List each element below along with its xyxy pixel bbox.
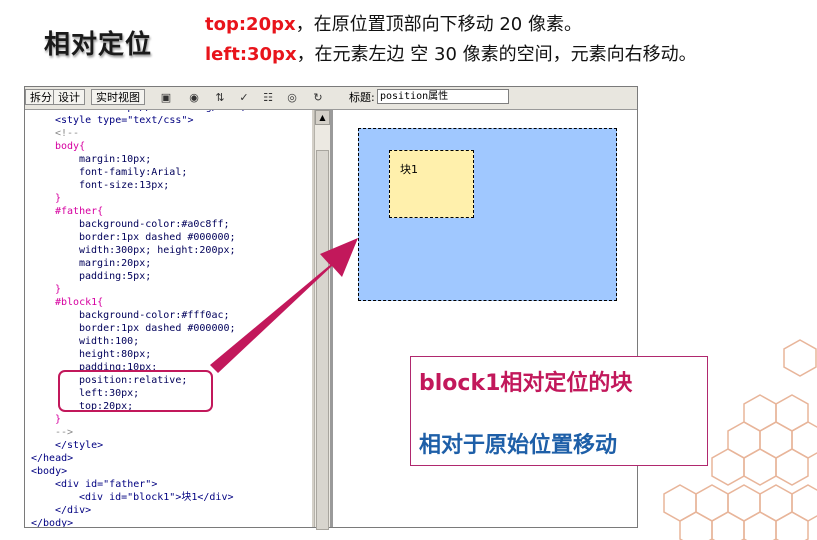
code-line: }	[55, 284, 62, 295]
keyword-left: left:30px	[205, 44, 297, 65]
file-management-icon[interactable]: ⇅	[209, 90, 231, 106]
code-line: </style>	[55, 440, 104, 451]
code-line: font-family:Arial;	[79, 167, 188, 178]
father-div-preview: 块1	[358, 128, 617, 301]
code-view[interactable]: <html xmlns="http://www.w3.org/1999/xhtm…	[25, 110, 312, 527]
callout-line-2: 相对于原始位置移动	[419, 433, 618, 458]
code-line: font-size:13px;	[79, 180, 170, 191]
code-line: </body>	[31, 518, 74, 527]
code-line: <body>	[31, 466, 68, 477]
code-line: height:80px;	[79, 349, 152, 360]
block1-div-preview: 块1	[389, 150, 474, 218]
code-line: margin:10px;	[79, 154, 152, 165]
validate-icon[interactable]: ◎	[281, 90, 303, 106]
code-line: </div>	[55, 505, 92, 516]
live-view-button[interactable]: 实时视图	[91, 89, 145, 105]
code-line: padding:5px;	[79, 271, 152, 282]
code-line: }	[55, 193, 62, 204]
desc-text-top: ，在原位置顶部向下移动 20 像素。	[295, 14, 582, 35]
code-line: </head>	[31, 453, 74, 464]
editor-toolbar: 拆分 设计 实时视图 ▣ ◉ ⇅ ✓ ☷ ◎ ↻ 标题:	[25, 87, 637, 110]
code-line: background-color:#fff0ac;	[79, 310, 230, 321]
title-input[interactable]	[377, 89, 509, 104]
highlight-box	[58, 370, 213, 412]
code-line: <!--	[55, 128, 80, 139]
code-line: margin:20px;	[79, 258, 152, 269]
code-line: border:1px dashed #000000;	[79, 232, 236, 243]
visual-aids-icon[interactable]: ☷	[257, 90, 279, 106]
design-view-button[interactable]: 设计	[53, 89, 85, 105]
code-line: <div id="father">	[55, 479, 158, 490]
scroll-up-arrow-icon[interactable]: ▲	[315, 110, 330, 125]
desc-line-left: left:30px，在元素左边 空 30 像素的空间，元素向右移动。	[205, 40, 697, 66]
code-line: width:300px; height:200px;	[79, 245, 236, 256]
code-line: border:1px dashed #000000;	[79, 323, 236, 334]
check-browser-icon[interactable]: ✓	[233, 90, 255, 106]
code-line: }	[55, 414, 62, 425]
callout-line-1: block1相对定位的块	[419, 371, 633, 396]
desc-line-top: top:20px，在原位置顶部向下移动 20 像素。	[205, 10, 582, 36]
code-line: #block1{	[55, 297, 104, 308]
code-line: -->	[55, 427, 74, 438]
desc-text-left: ，在元素左边 空 30 像素的空间，元素向右移动。	[296, 44, 697, 65]
code-line: #father{	[55, 206, 104, 217]
slide-title: 相对定位	[44, 30, 153, 60]
multiscreen-icon[interactable]: ▣	[155, 90, 177, 106]
callout-box: block1相对定位的块 相对于原始位置移动	[410, 356, 708, 466]
keyword-top: top:20px	[205, 14, 296, 35]
scroll-thumb[interactable]	[316, 150, 329, 530]
refresh-icon[interactable]: ↻	[307, 90, 329, 106]
code-line: <style type="text/css">	[55, 115, 194, 126]
title-label: 标题:	[349, 91, 375, 104]
code-line: width:100;	[79, 336, 140, 347]
code-line: <div id="block1">块1</div>	[79, 492, 234, 503]
code-line: body{	[55, 141, 86, 152]
code-line: background-color:#a0c8ff;	[79, 219, 230, 230]
preview-browser-icon[interactable]: ◉	[183, 90, 205, 106]
code-scrollbar[interactable]: ▲	[314, 110, 330, 530]
